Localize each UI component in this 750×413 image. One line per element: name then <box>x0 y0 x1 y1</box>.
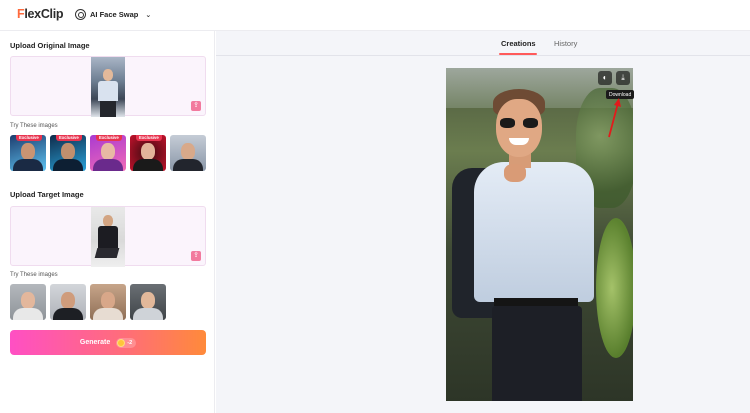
sample-target-4[interactable] <box>130 284 166 320</box>
target-sample-list <box>10 284 166 320</box>
original-sample-list: Exclusive Exclusive Exclusive Exclusive <box>10 135 206 171</box>
compare-icon[interactable]: ◐ <box>598 71 612 85</box>
upload-icon[interactable]: ⇪ <box>191 251 201 261</box>
target-image-thumbnail <box>91 207 125 267</box>
exclusive-badge: Exclusive <box>56 135 82 141</box>
upload-icon[interactable]: ⇪ <box>191 101 201 111</box>
flexclip-logo[interactable]: FlexClip <box>17 7 64 21</box>
sample-target-3[interactable] <box>90 284 126 320</box>
upload-target-box[interactable]: ⇪ <box>10 206 206 267</box>
credit-cost: -2 <box>116 337 137 348</box>
logo-text: lexClip <box>24 7 64 21</box>
exclusive-badge: Exclusive <box>96 135 122 141</box>
tab-creations[interactable]: Creations <box>501 39 536 48</box>
active-tab-indicator <box>499 53 537 55</box>
top-header: FlexClip AI Face Swap ⌄ <box>0 0 750 31</box>
credit-cost-value: -2 <box>127 339 133 346</box>
exclusive-badge: Exclusive <box>16 135 42 141</box>
coin-icon <box>117 338 126 347</box>
generate-label: Generate <box>79 339 111 346</box>
sample-original-3[interactable]: Exclusive <box>90 135 126 171</box>
sample-original-2[interactable]: Exclusive <box>50 135 86 171</box>
download-icon[interactable]: ⤓ <box>616 71 630 85</box>
sample-original-5[interactable] <box>170 135 206 171</box>
sample-target-2[interactable] <box>50 284 86 320</box>
tool-selector[interactable]: AI Face Swap ⌄ <box>75 9 151 20</box>
generate-button[interactable]: Generate -2 <box>10 330 206 355</box>
tool-selector-label: AI Face Swap <box>90 10 139 19</box>
try-images-label-target: Try These images <box>10 272 58 278</box>
face-swap-icon <box>75 9 86 20</box>
sample-original-1[interactable]: Exclusive <box>10 135 46 171</box>
right-panel: Creations History <box>216 31 750 413</box>
sample-original-4[interactable]: Exclusive <box>130 135 166 171</box>
sample-target-1[interactable] <box>10 284 46 320</box>
chevron-down-icon: ⌄ <box>145 11 152 19</box>
try-images-label-original: Try These images <box>10 123 58 129</box>
logo-f: F <box>17 7 25 21</box>
result-tabs: Creations History <box>216 31 750 56</box>
original-image-thumbnail <box>91 57 125 117</box>
left-panel: Upload Original Image ⇪ Try These images… <box>0 31 215 413</box>
exclusive-badge: Exclusive <box>136 135 162 141</box>
annotation-arrow <box>608 98 621 138</box>
upload-original-box[interactable]: ⇪ <box>10 56 206 117</box>
tab-history[interactable]: History <box>554 39 577 48</box>
upload-target-title: Upload Target Image <box>10 190 84 199</box>
result-image <box>446 68 633 401</box>
upload-original-title: Upload Original Image <box>10 41 90 50</box>
